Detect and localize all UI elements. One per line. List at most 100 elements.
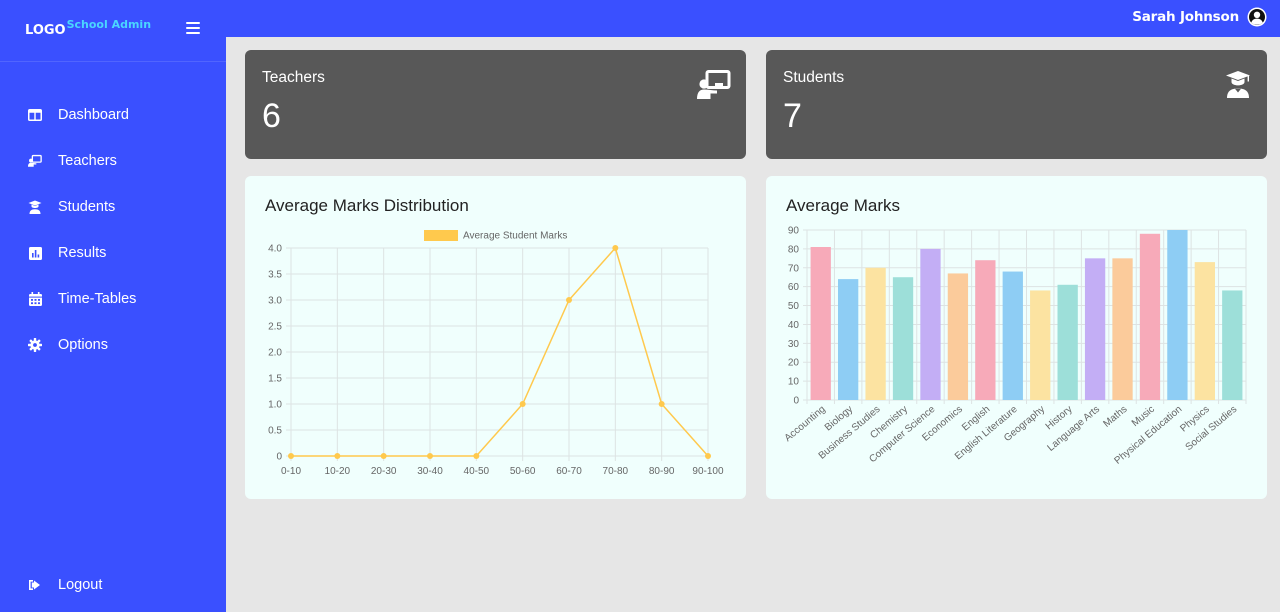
bar xyxy=(1112,258,1133,400)
bar xyxy=(865,267,886,400)
sidebar: LOGO School Admin Dashboard Teachers Stu… xyxy=(0,0,226,612)
user-avatar-icon[interactable] xyxy=(1247,7,1267,27)
student-icon xyxy=(28,200,42,214)
teacher-icon xyxy=(28,154,42,168)
students-stat-card[interactable]: Students 7 xyxy=(766,50,1267,159)
logo: LOGO xyxy=(25,23,66,38)
distribution-chart-card: 0 0.5 1.0 1.5 2.0 2.5 3.0 3.5 4.0 0-10 10-20 20-30 3… xyxy=(245,176,746,499)
y-tick-label: 40 xyxy=(788,320,800,331)
sidebar-nav: Dashboard Teachers Students Results Time… xyxy=(0,92,226,368)
y-tick-label: 1.0 xyxy=(268,400,282,411)
x-tick-label: Accounting xyxy=(783,404,828,444)
data-point xyxy=(705,453,711,459)
x-tick-label: 20-30 xyxy=(371,466,397,477)
sidebar-item-label: Options xyxy=(58,337,108,353)
average-marks-chart-card: 0 10 20 30 40 50 60 70 80 90 Accounting Biology Busi… xyxy=(766,176,1267,499)
bar xyxy=(1030,290,1051,400)
teacher-icon xyxy=(697,70,731,100)
bar xyxy=(975,260,996,400)
bar xyxy=(1084,258,1106,400)
y-tick-label: 4.0 xyxy=(268,244,282,255)
y-tick-label: 90 xyxy=(788,226,800,237)
data-point xyxy=(380,453,387,459)
bar xyxy=(1139,233,1161,400)
sidebar-divider xyxy=(0,61,226,62)
x-tick-label: 90-100 xyxy=(692,466,724,477)
y-tick-label: 3.5 xyxy=(268,270,282,281)
distribution-chart-title: Average Marks Distribution xyxy=(265,196,469,215)
x-tick-label: 70-80 xyxy=(603,466,629,477)
students-stat-title: Students xyxy=(783,69,845,86)
logout-label: Logout xyxy=(58,577,103,593)
logout-button[interactable]: Logout xyxy=(0,566,226,604)
sidebar-item-students[interactable]: Students xyxy=(0,184,226,230)
bar xyxy=(1167,230,1188,400)
bar xyxy=(810,247,831,400)
student-icon xyxy=(1225,70,1251,98)
sidebar-item-label: Results xyxy=(58,245,107,261)
sidebar-item-results[interactable]: Results xyxy=(0,230,226,276)
y-tick-label: 2.5 xyxy=(268,322,282,333)
y-tick-label: 20 xyxy=(788,358,800,369)
data-point xyxy=(473,453,480,459)
average-marks-chart-title: Average Marks xyxy=(786,196,901,215)
x-tick-label: Maths xyxy=(1102,404,1130,430)
bar xyxy=(892,277,914,400)
students-stat-value: 7 xyxy=(783,97,802,135)
average-marks-bar-chart: 0102030405060708090AccountingBiologyBusi… xyxy=(783,226,1247,467)
y-tick-label: 50 xyxy=(788,301,800,312)
user-name[interactable]: Sarah Johnson xyxy=(1132,9,1239,25)
data-point xyxy=(612,245,619,251)
x-tick-label: 30-40 xyxy=(417,466,443,477)
bar xyxy=(1194,262,1215,400)
brand[interactable]: LOGO School Admin xyxy=(25,18,151,44)
x-tick-label: 60-70 xyxy=(556,466,582,477)
x-tick-label: 50-60 xyxy=(510,466,536,477)
bar xyxy=(1222,290,1243,400)
sidebar-item-dashboard[interactable]: Dashboard xyxy=(0,92,226,138)
x-tick-label: 40-50 xyxy=(464,466,490,477)
x-tick-label: 10-20 xyxy=(325,466,351,477)
sidebar-item-teachers[interactable]: Teachers xyxy=(0,138,226,184)
data-point xyxy=(288,453,294,459)
data-point xyxy=(519,401,526,407)
distribution-line-chart: 0 0.5 1.0 1.5 2.0 2.5 3.0 3.5 4.0 0-10 10-20 20-30 3… xyxy=(268,230,724,477)
data-point xyxy=(334,453,341,459)
legend-label: Average Student Marks xyxy=(463,231,567,242)
y-tick-label: 10 xyxy=(788,377,800,388)
data-point xyxy=(427,453,433,459)
sidebar-item-label: Teachers xyxy=(58,153,117,169)
teachers-stat-title: Teachers xyxy=(262,69,325,86)
chart-icon xyxy=(28,246,42,260)
data-point xyxy=(658,401,665,407)
bar xyxy=(1057,284,1078,400)
bar xyxy=(920,248,941,400)
y-tick-label: 3.0 xyxy=(268,296,282,307)
sidebar-item-options[interactable]: Options xyxy=(0,322,226,368)
legend-swatch xyxy=(424,230,458,241)
y-tick-label: 80 xyxy=(788,244,800,255)
y-tick-label: 2.0 xyxy=(268,348,282,359)
y-tick-label: 70 xyxy=(788,263,800,274)
y-tick-label: 60 xyxy=(788,282,800,293)
x-tick-label: 0-10 xyxy=(281,466,301,477)
top-bar: Sarah Johnson xyxy=(226,0,1280,37)
sidebar-item-label: Dashboard xyxy=(58,107,129,123)
data-point xyxy=(566,297,572,303)
gear-icon xyxy=(28,338,42,352)
y-tick-label: 30 xyxy=(788,339,800,350)
y-tick-label: 0 xyxy=(276,452,282,463)
bar xyxy=(947,273,969,400)
y-tick-label: 0.5 xyxy=(268,426,282,437)
sidebar-item-label: Students xyxy=(58,199,116,215)
sidebar-item-time-tables[interactable]: Time-Tables xyxy=(0,276,226,322)
y-tick-label: 1.5 xyxy=(268,374,282,385)
hamburger-menu-icon[interactable] xyxy=(186,22,200,36)
sidebar-item-label: Time-Tables xyxy=(58,291,137,307)
app-name: School Admin xyxy=(66,18,152,31)
y-tick-label: 0 xyxy=(793,396,799,407)
teachers-stat-card[interactable]: Teachers 6 xyxy=(245,50,746,159)
logout-icon xyxy=(28,578,42,592)
x-tick-label: 80-90 xyxy=(649,466,675,477)
bar xyxy=(838,279,859,400)
